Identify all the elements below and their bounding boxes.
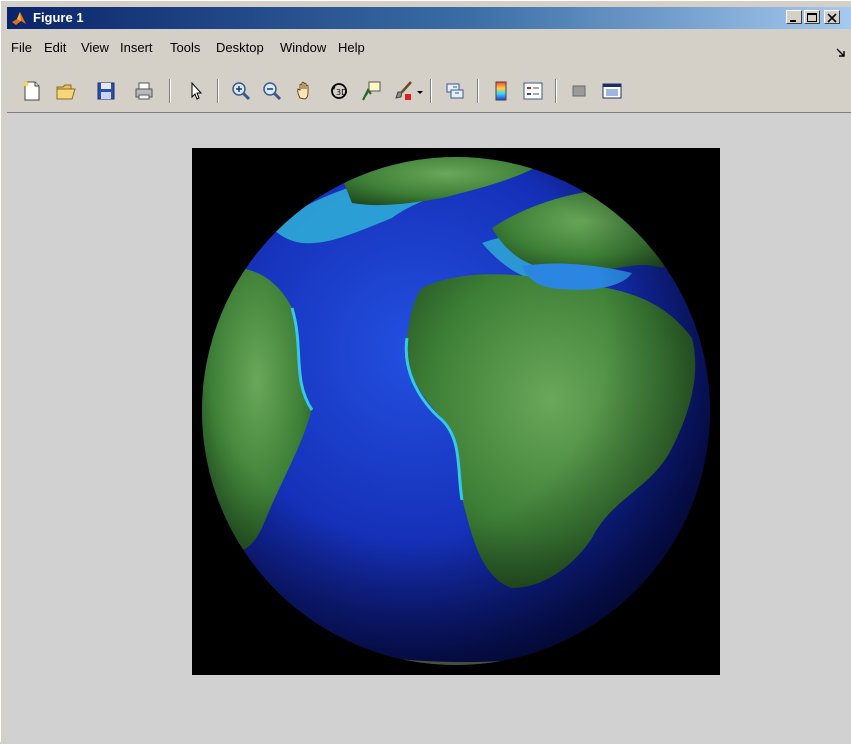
menu-tools[interactable]: Tools bbox=[170, 40, 200, 55]
toolbar-separator bbox=[217, 79, 219, 103]
plot-axes[interactable] bbox=[192, 148, 720, 675]
insert-legend-icon[interactable] bbox=[522, 80, 544, 102]
link-plot-icon[interactable] bbox=[444, 80, 466, 102]
earth-globe-image[interactable] bbox=[192, 148, 720, 675]
rotate-3d-icon[interactable]: 3D bbox=[328, 80, 350, 102]
menu-view[interactable]: View bbox=[81, 40, 109, 55]
minimize-button[interactable] bbox=[786, 10, 802, 24]
open-file-icon[interactable] bbox=[55, 80, 77, 102]
toolbar-separator bbox=[555, 79, 557, 103]
menu-file[interactable]: File bbox=[11, 40, 32, 55]
figure-toolbar: 3D bbox=[7, 73, 851, 109]
print-icon[interactable] bbox=[133, 80, 155, 102]
matlab-logo-icon bbox=[12, 12, 26, 25]
dock-arrow-icon[interactable] bbox=[835, 47, 847, 59]
edit-plot-pointer-icon[interactable] bbox=[185, 80, 207, 102]
toolbar-separator bbox=[430, 79, 432, 103]
chevron-down-icon[interactable] bbox=[415, 80, 425, 102]
menu-help[interactable]: Help bbox=[338, 40, 365, 55]
show-plot-tools-icon[interactable] bbox=[601, 80, 623, 102]
window-title: Figure 1 bbox=[33, 10, 84, 25]
minimize-icon bbox=[790, 20, 796, 22]
menu-desktop[interactable]: Desktop bbox=[216, 40, 264, 55]
menu-edit[interactable]: Edit bbox=[44, 40, 66, 55]
menu-window[interactable]: Window bbox=[280, 40, 326, 55]
close-button[interactable] bbox=[824, 10, 840, 24]
svg-text:3D: 3D bbox=[336, 88, 347, 97]
toolbar-separator bbox=[477, 79, 479, 103]
maximize-icon bbox=[807, 13, 817, 22]
save-icon[interactable] bbox=[95, 80, 117, 102]
insert-colorbar-icon[interactable] bbox=[490, 80, 512, 102]
close-icon bbox=[827, 13, 837, 23]
pan-hand-icon[interactable] bbox=[294, 80, 316, 102]
zoom-out-icon[interactable] bbox=[261, 80, 283, 102]
figure-window: Figure 1 File Edit View Insert Tools Des… bbox=[0, 0, 851, 744]
zoom-in-icon[interactable] bbox=[230, 80, 252, 102]
title-bar[interactable]: Figure 1 bbox=[7, 7, 851, 29]
menu-insert[interactable]: Insert bbox=[120, 40, 153, 55]
new-figure-icon[interactable] bbox=[21, 80, 43, 102]
data-cursor-icon[interactable] bbox=[360, 80, 382, 102]
brush-icon[interactable] bbox=[393, 80, 415, 102]
toolbar-separator bbox=[169, 79, 171, 103]
hide-plot-tools-icon[interactable] bbox=[568, 80, 590, 102]
maximize-button[interactable] bbox=[804, 10, 820, 24]
